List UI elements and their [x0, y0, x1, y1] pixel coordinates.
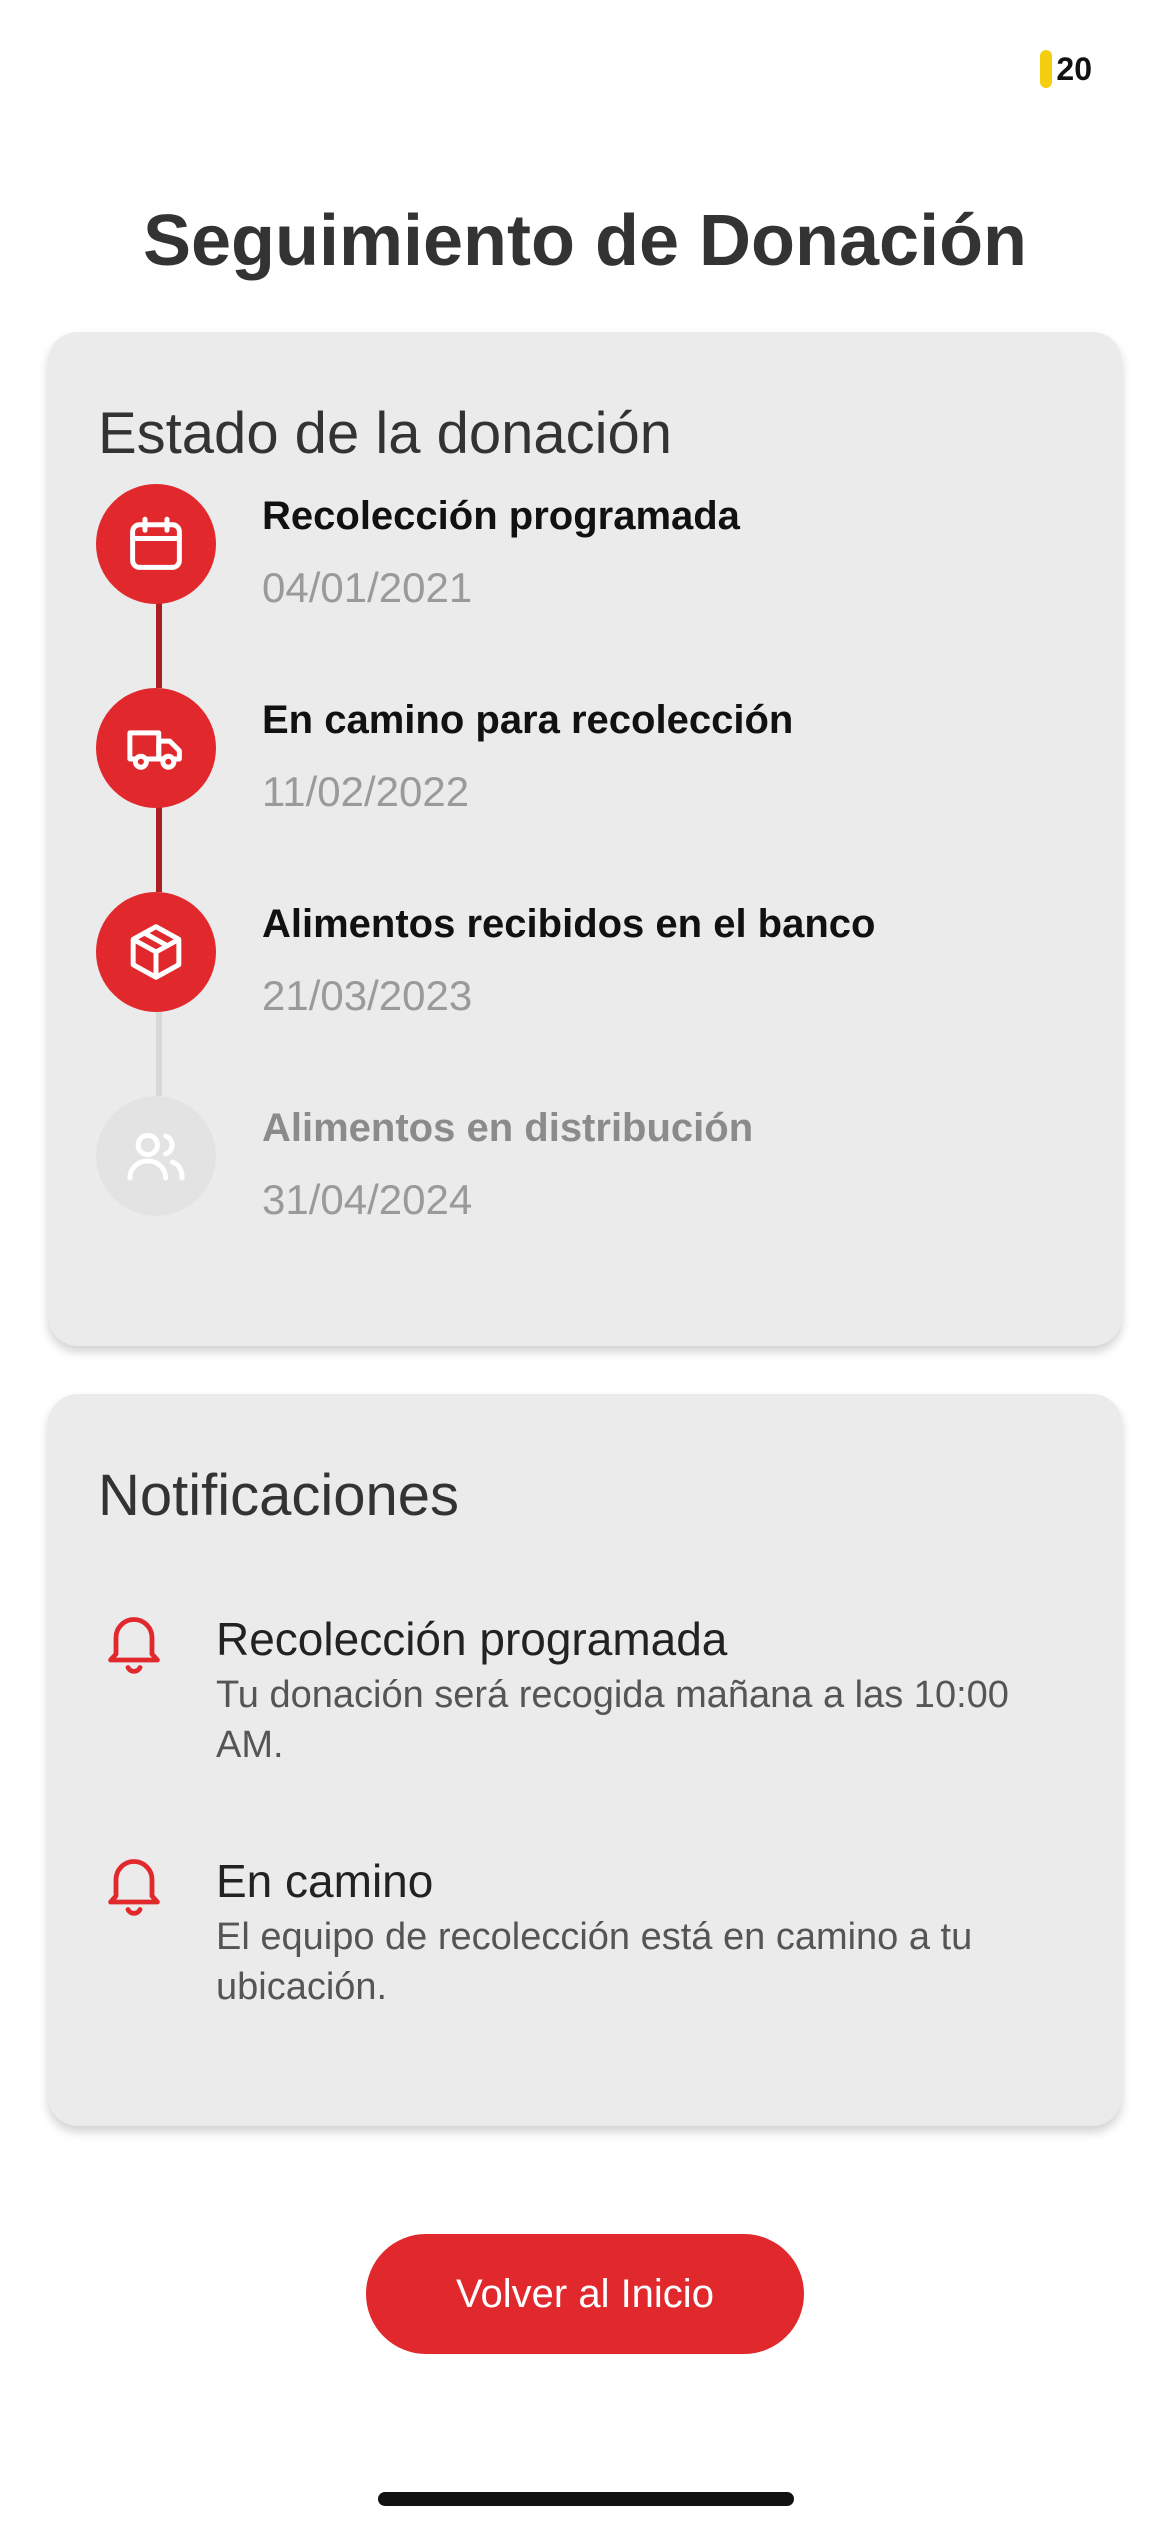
- step-date: 31/04/2024: [262, 1176, 473, 1223]
- step-label: Recolección programada: [262, 494, 740, 538]
- notification-title: Recolección programada: [216, 1613, 728, 1665]
- truck-icon: [96, 688, 216, 808]
- step-label: Alimentos recibidos en el banco: [262, 902, 876, 946]
- step-date: 04/01/2021: [262, 564, 473, 611]
- users-icon: [96, 1096, 216, 1216]
- notification-title: En camino: [216, 1855, 434, 1907]
- status-card-title: Estado de la donación: [98, 401, 672, 466]
- battery-level: 20: [1056, 51, 1092, 87]
- step-date: 21/03/2023: [262, 972, 473, 1019]
- donation-status-card: Estado de la donación Recolección progra…: [48, 332, 1122, 1346]
- notifications-card-title: Notificaciones: [98, 1463, 460, 1528]
- bell-icon: [108, 1617, 160, 1674]
- bell-icon: [108, 1859, 160, 1916]
- page-title: Seguimiento de Donación: [142, 201, 1028, 281]
- timeline-connector: [156, 602, 162, 688]
- notifications-card: Notificaciones Recolección programada Tu…: [48, 1394, 1122, 2126]
- step-label: En camino para recolección: [262, 698, 794, 742]
- battery-icon: [1040, 50, 1053, 88]
- battery-indicator: 20: [1040, 50, 1092, 88]
- notification-body: Tu donación será recogida mañana a las 1…: [216, 1674, 1009, 1766]
- package-icon: [96, 892, 216, 1012]
- home-indicator[interactable]: [378, 2492, 794, 2506]
- back-to-home-button[interactable]: Volver al Inicio: [366, 2234, 804, 2354]
- step-date: 11/02/2022: [262, 768, 470, 815]
- calendar-icon: [96, 484, 216, 604]
- timeline-connector: [156, 1010, 162, 1096]
- step-label: Alimentos en distribución: [262, 1106, 754, 1150]
- notification-body: El equipo de recolección está en camino …: [216, 1916, 973, 2008]
- timeline-connector: [156, 806, 162, 892]
